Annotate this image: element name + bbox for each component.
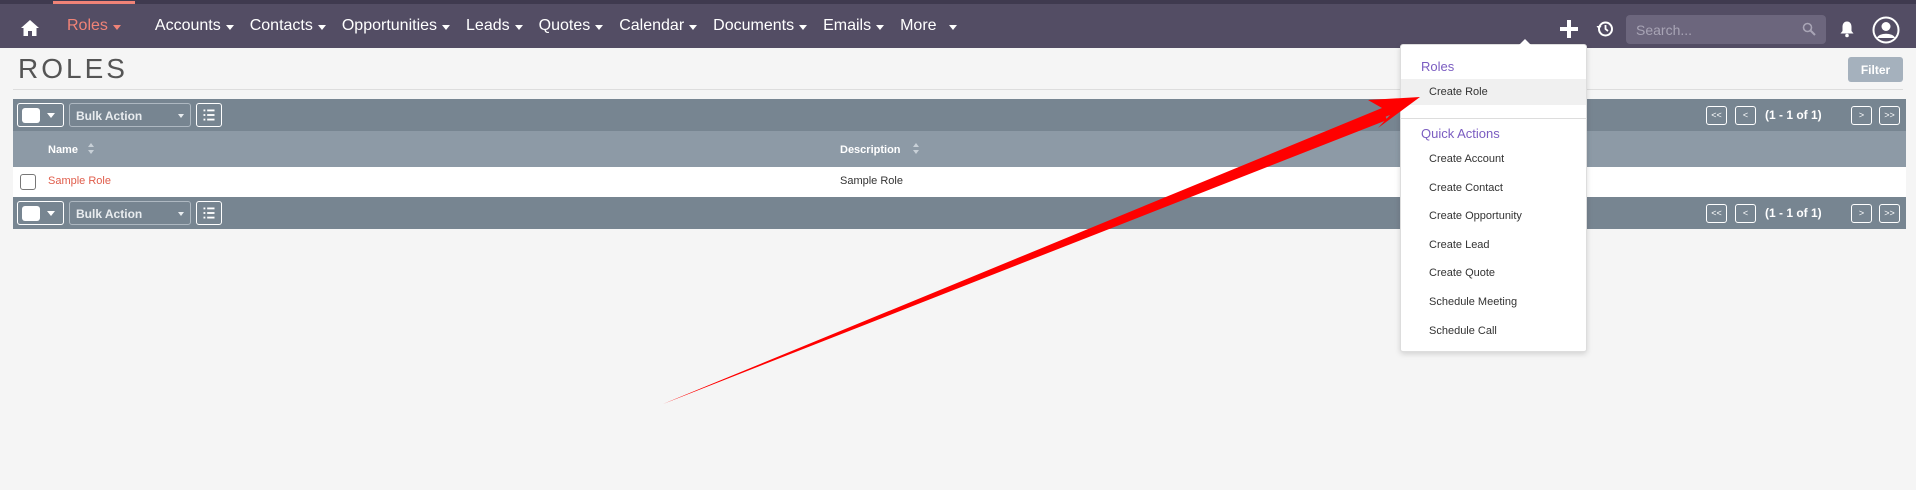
next-page-button[interactable]: >: [1851, 204, 1872, 223]
select-all-checkbox[interactable]: [22, 108, 40, 123]
chevron-down-icon: [178, 114, 184, 118]
pagination-summary: (1 - 1 of 1): [1765, 108, 1822, 122]
create-quote-menu-item[interactable]: Create Quote: [1401, 260, 1586, 286]
last-page-button[interactable]: >>: [1879, 204, 1900, 223]
nav-item-more[interactable]: More: [900, 4, 957, 48]
column-header-description[interactable]: Description: [840, 144, 901, 156]
user-avatar-icon[interactable]: [1872, 16, 1900, 44]
nav-item-label: Quotes: [538, 17, 591, 34]
create-contact-menu-item[interactable]: Create Contact: [1401, 175, 1586, 201]
create-role-menu-item[interactable]: Create Role: [1401, 79, 1586, 105]
role-name-link[interactable]: Sample Role: [48, 175, 111, 187]
pagination-summary: (1 - 1 of 1): [1765, 206, 1822, 220]
chevron-down-icon: [595, 24, 604, 30]
chevron-down-icon: [225, 24, 234, 30]
history-icon[interactable]: [1596, 20, 1614, 38]
nav-item-label: Opportunities: [341, 17, 438, 34]
bell-icon[interactable]: [1838, 20, 1856, 38]
nav-item-emails[interactable]: Emails: [823, 4, 885, 48]
sort-icon[interactable]: [913, 143, 919, 155]
search-input[interactable]: [1626, 15, 1786, 44]
bulk-action-dropdown[interactable]: Bulk Action: [69, 103, 191, 127]
chevron-down-icon: [112, 24, 121, 30]
schedule-call-menu-item[interactable]: Schedule Call: [1401, 318, 1586, 344]
column-chooser-icon[interactable]: [196, 103, 222, 127]
first-page-button[interactable]: <<: [1706, 204, 1727, 223]
prev-page-button[interactable]: <: [1735, 204, 1756, 223]
nav-item-calendar[interactable]: Calendar: [619, 4, 698, 48]
nav-item-quotes[interactable]: Quotes: [539, 4, 604, 48]
select-all-dropdown[interactable]: [17, 201, 64, 225]
nav-item-label: Contacts: [249, 17, 313, 34]
chevron-down-icon: [47, 113, 55, 118]
chevron-down-icon: [514, 24, 523, 30]
select-all-checkbox[interactable]: [22, 206, 40, 221]
bulk-action-label: Bulk Action: [76, 109, 143, 123]
chevron-down-icon: [178, 212, 184, 216]
role-description: Sample Role: [840, 175, 903, 187]
filter-button[interactable]: Filter: [1848, 57, 1903, 82]
nav-item-leads[interactable]: Leads: [466, 4, 523, 48]
next-page-button[interactable]: >: [1851, 106, 1872, 125]
chevron-down-icon: [948, 24, 957, 30]
dropdown-divider: [1401, 118, 1586, 119]
nav-item-contacts[interactable]: Contacts: [250, 4, 326, 48]
first-page-button[interactable]: <<: [1706, 106, 1727, 125]
chevron-down-icon: [442, 24, 451, 30]
nav-item-label: Documents: [713, 17, 795, 34]
column-chooser-icon[interactable]: [196, 201, 222, 225]
bulk-action-dropdown[interactable]: Bulk Action: [69, 201, 191, 225]
create-opportunity-menu-item[interactable]: Create Opportunity: [1401, 203, 1586, 229]
nav-item-label: Emails: [823, 17, 872, 34]
title-divider: [13, 89, 1903, 90]
nav-item-label: Accounts: [154, 17, 221, 34]
chevron-down-icon: [317, 24, 326, 30]
nav-item-roles[interactable]: Roles: [53, 1, 135, 48]
table-row: Sample Role Sample Role: [13, 167, 1906, 197]
nav-item-label: More: [900, 17, 937, 34]
list-action-bar-top: Bulk Action << < (1 - 1 of 1) > >>: [13, 99, 1906, 131]
home-icon[interactable]: [20, 18, 40, 38]
chevron-down-icon: [689, 24, 698, 30]
pagination: << < (1 - 1 of 1) > >>: [1706, 106, 1906, 126]
nav-item-accounts[interactable]: Accounts: [155, 4, 234, 48]
create-plus-icon[interactable]: [1560, 20, 1578, 38]
chevron-down-icon: [47, 211, 55, 216]
schedule-meeting-menu-item[interactable]: Schedule Meeting: [1401, 289, 1586, 315]
chevron-down-icon: [799, 24, 808, 30]
nav-item-opportunities[interactable]: Opportunities: [341, 4, 451, 48]
nav-item-label: Leads: [466, 17, 510, 34]
sort-icon[interactable]: [88, 143, 94, 155]
dropdown-section-quick-actions: Quick Actions: [1421, 126, 1500, 141]
create-lead-menu-item[interactable]: Create Lead: [1401, 232, 1586, 258]
chevron-down-icon: [876, 24, 885, 30]
bulk-action-label: Bulk Action: [76, 207, 143, 221]
prev-page-button[interactable]: <: [1735, 106, 1756, 125]
select-all-dropdown[interactable]: [17, 103, 64, 127]
page-title: ROLES: [18, 53, 128, 84]
nav-item-documents[interactable]: Documents: [713, 4, 808, 48]
column-header-name[interactable]: Name: [48, 144, 78, 156]
list-action-bar-bottom: Bulk Action << < (1 - 1 of 1) > >>: [13, 197, 1906, 229]
dropdown-section-roles: Roles: [1421, 59, 1455, 74]
table-header: Name Description: [13, 131, 1906, 167]
global-search: [1626, 15, 1826, 44]
create-dropdown-menu: Roles Create Role Quick Actions Create A…: [1400, 39, 1587, 352]
row-checkbox[interactable]: [20, 174, 36, 190]
nav-item-label: Calendar: [619, 17, 685, 34]
create-account-menu-item[interactable]: Create Account: [1401, 146, 1586, 172]
module-menu: Roles Accounts Contacts Opportunities Le…: [53, 1, 973, 48]
nav-item-label: Roles: [67, 17, 108, 34]
last-page-button[interactable]: >>: [1879, 106, 1900, 125]
search-icon[interactable]: [1802, 22, 1816, 36]
top-navigation-bar: Roles Accounts Contacts Opportunities Le…: [0, 0, 1916, 48]
annotation-arrow: [663, 97, 1420, 404]
pagination: << < (1 - 1 of 1) > >>: [1706, 204, 1906, 224]
